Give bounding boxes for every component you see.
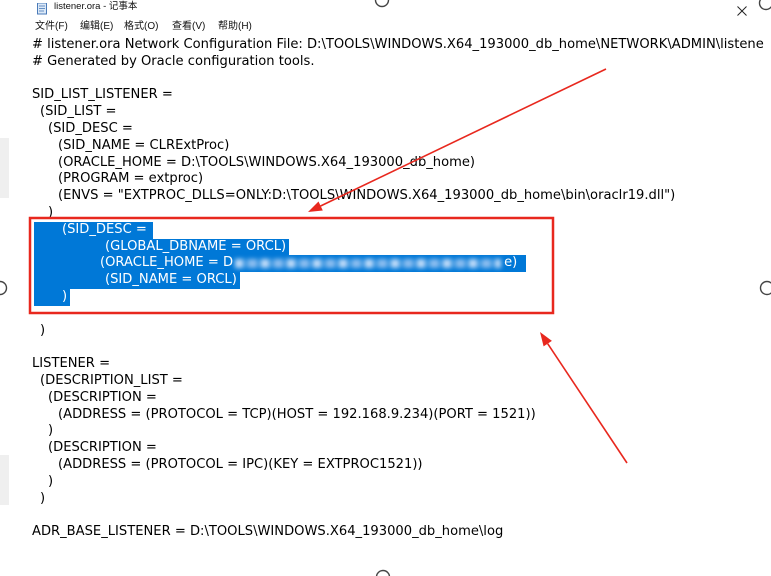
menu-file[interactable]: 文件(F) xyxy=(35,19,68,34)
code-line: (DESCRIPTION_LIST = xyxy=(40,372,183,388)
selected-code-line: (ORACLE_HOME = D e) xyxy=(34,255,771,273)
menu-view[interactable]: 查看(V) xyxy=(172,19,205,34)
selected-text: ) xyxy=(34,288,71,306)
code-line: (DESCRIPTION = xyxy=(48,389,157,405)
code-line: (ENVS = "EXTPROC_DLLS=ONLY:D:\TOOLS\WIND… xyxy=(58,188,676,204)
menu-help[interactable]: 帮助(H) xyxy=(218,19,252,34)
selected-text-start: (ORACLE_HOME = D xyxy=(100,255,234,271)
text-editor[interactable]: # listener.ora Network Configuration Fil… xyxy=(32,37,771,576)
menu-format[interactable]: 格式(O) xyxy=(124,19,158,34)
selected-code-line: (GLOBAL_DBNAME = ORCL) xyxy=(34,238,771,256)
crop-handle[interactable] xyxy=(0,280,8,296)
selected-text: (ORACLE_HOME = D e) xyxy=(34,255,527,273)
selected-code-line: (SID_DESC = xyxy=(34,221,771,239)
code-line: (SID_NAME = CLRExtProc) xyxy=(58,137,230,153)
title-bar[interactable]: listener.ora - 记事本 xyxy=(0,0,771,18)
code-line: ADR_BASE_LISTENER = D:\TOOLS\WINDOWS.X64… xyxy=(32,524,504,540)
code-line: (SID_DESC = xyxy=(48,120,133,136)
code-line: ) xyxy=(48,473,54,489)
code-line: # listener.ora Network Configuration Fil… xyxy=(32,37,764,52)
code-line: LISTENER = xyxy=(32,356,111,372)
background-window-edge xyxy=(0,138,9,198)
code-line: (DESCRIPTION = xyxy=(48,440,157,456)
code-line: (ADDRESS = (PROTOCOL = TCP)(HOST = 192.1… xyxy=(58,406,536,422)
code-line: (ADDRESS = (PROTOCOL = IPC)(KEY = EXTPRO… xyxy=(58,456,423,472)
blur-smudge xyxy=(235,259,502,269)
close-icon[interactable] xyxy=(736,2,748,16)
window-title: listener.ora - 记事本 xyxy=(54,1,138,12)
code-line: (PROGRAM = extproc) xyxy=(58,171,204,187)
code-line: ) xyxy=(48,204,54,220)
code-line: # Generated by Oracle configuration tool… xyxy=(32,53,315,69)
menu-edit[interactable]: 编辑(E) xyxy=(80,19,113,34)
code-line: (ORACLE_HOME = D:\TOOLS\WINDOWS.X64_1930… xyxy=(58,154,476,170)
code-line: ) xyxy=(40,322,46,338)
selected-code-line: ) xyxy=(34,288,771,306)
selected-text: (GLOBAL_DBNAME = ORCL) xyxy=(34,238,290,256)
background-window-edge xyxy=(0,455,9,505)
selected-text: (SID_NAME = ORCL) xyxy=(34,272,240,289)
redacted-text-blur xyxy=(233,255,504,272)
code-line: ) xyxy=(40,490,46,506)
menu-bar: 文件(F) 编辑(E) 格式(O) 查看(V) 帮助(H) xyxy=(0,19,771,35)
code-line: (SID_LIST = xyxy=(40,104,117,120)
notepad-icon xyxy=(36,0,48,15)
code-line: SID_LIST_LISTENER = xyxy=(32,87,173,103)
code-line: ) xyxy=(48,423,54,439)
selected-code-line: (SID_NAME = ORCL) xyxy=(34,272,771,289)
selected-text: (SID_DESC = xyxy=(34,221,153,239)
selected-text-end: e) xyxy=(504,255,518,271)
